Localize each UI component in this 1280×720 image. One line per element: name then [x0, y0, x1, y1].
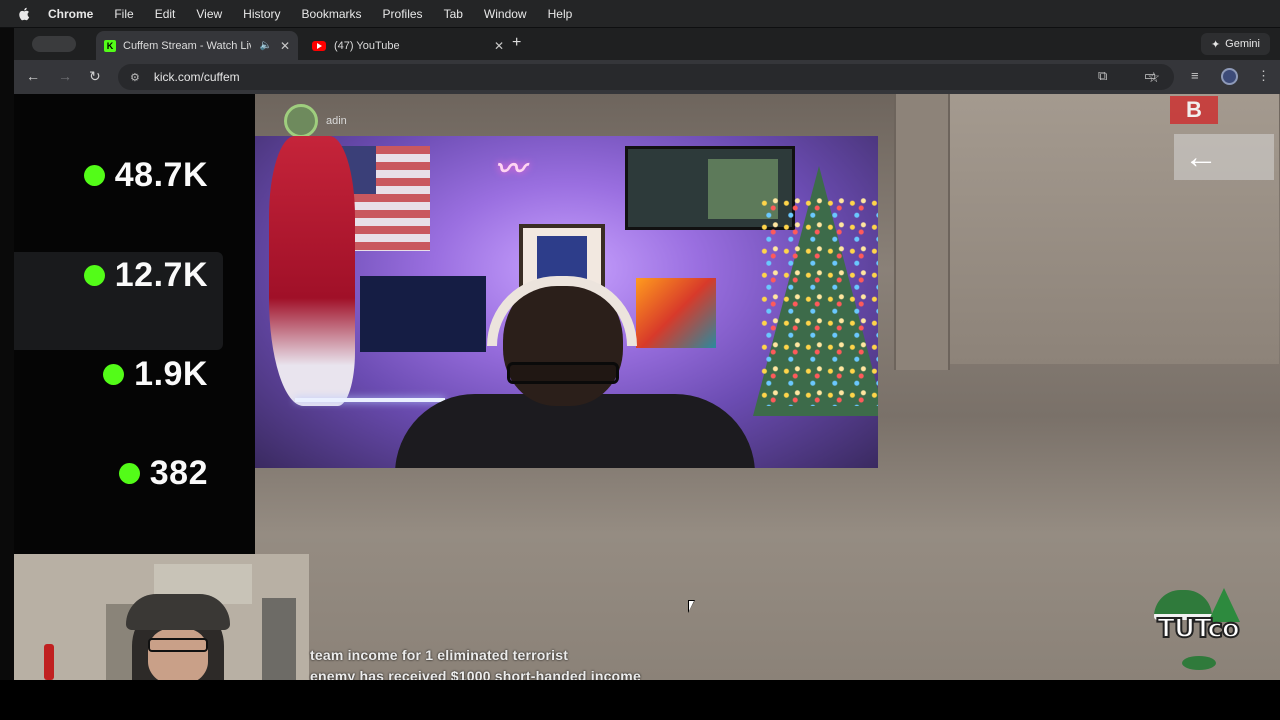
santa-inflatable — [269, 136, 355, 406]
tab-title: Cuffem Stream - Watch Live on Kick — [123, 39, 251, 52]
viewer-count: 48.7K — [114, 156, 208, 194]
holly-icon — [1182, 656, 1216, 670]
speaker-icon[interactable]: 🔈 — [259, 40, 271, 51]
bucket-hat — [126, 594, 230, 630]
kick-icon: K — [104, 39, 116, 52]
tree-lights — [760, 196, 878, 406]
viewer-count: 1.9K — [134, 355, 208, 393]
stat-row: 382 — [118, 454, 208, 493]
menu-tab[interactable]: Tab — [444, 7, 463, 21]
tab-strip: K Cuffem Stream - Watch Live on Kick 🔈 ✕… — [14, 28, 1280, 60]
fire-extinguisher — [44, 644, 54, 680]
stat-row: 48.7K — [83, 156, 208, 195]
tab-title: (47) YouTube — [334, 39, 400, 52]
glasses — [148, 638, 208, 652]
viewer-stats-panel: 48.7K 12.7K 1.9K 382 — [14, 94, 255, 554]
menu-help[interactable]: Help — [548, 7, 573, 21]
game-pillar — [894, 94, 950, 370]
door — [262, 598, 296, 680]
menu-app-name[interactable]: Chrome — [48, 7, 93, 21]
new-tab-button[interactable]: + — [512, 34, 521, 52]
mouse-cursor-icon — [688, 600, 695, 613]
viewer-count: 12.7K — [114, 256, 208, 294]
sparkle-icon: ✦ — [1210, 38, 1221, 51]
game-message: team income for 1 eliminated terrorist — [310, 647, 569, 663]
menu-file[interactable]: File — [114, 7, 133, 21]
tab-search-icon[interactable] — [32, 36, 76, 52]
site-info-icon[interactable]: ⚙ — [130, 71, 140, 84]
led-strip — [295, 398, 445, 402]
tab-kick[interactable]: K Cuffem Stream - Watch Live on Kick 🔈 ✕ — [96, 31, 298, 60]
cast-icon[interactable]: ▭ — [1144, 68, 1156, 84]
menu-edit[interactable]: Edit — [155, 7, 176, 21]
streamer-webcam: 〰 — [255, 136, 878, 468]
extensions-icon[interactable]: ⧉ — [1098, 68, 1107, 84]
live-dot-icon — [103, 364, 125, 385]
bottom-bar — [0, 680, 1280, 720]
forward-arrow-icon[interactable]: → — [58, 68, 72, 84]
menu-view[interactable]: View — [196, 7, 222, 21]
apple-icon[interactable] — [18, 7, 30, 21]
menu-history[interactable]: History — [243, 7, 280, 21]
killfeed-entry: adin — [284, 104, 347, 138]
browser-toolbar: ← → ↻ ⚙ kick.com/cuffem ☆ ⧉ ▭ ≡ ⋮ — [14, 60, 1280, 94]
player-avatar — [284, 104, 318, 138]
secondary-webcam — [14, 554, 309, 680]
gemini-button[interactable]: ✦ Gemini — [1200, 33, 1270, 55]
person-face — [148, 628, 208, 680]
live-dot-icon — [83, 165, 105, 186]
address-bar[interactable]: ⚙ kick.com/cuffem ☆ — [118, 64, 1174, 90]
profile-avatar[interactable] — [1221, 68, 1238, 85]
menu-bookmarks[interactable]: Bookmarks — [302, 7, 362, 21]
stream-video[interactable]: B ← adin 〰 48.7K 12.7K 1.9K 382 team inc… — [14, 94, 1280, 680]
logo-text: TUTco — [1156, 613, 1240, 645]
viewer-count: 382 — [149, 454, 208, 492]
arrow-sign-icon: ← — [1174, 134, 1274, 180]
game-message: enemy has received $1000 short-handed in… — [310, 668, 641, 680]
neon-sign: 〰 — [495, 153, 525, 186]
close-icon[interactable]: ✕ — [280, 39, 290, 53]
close-icon[interactable]: ✕ — [494, 39, 504, 53]
back-arrow-icon[interactable]: ← — [26, 68, 40, 84]
live-dot-icon — [83, 265, 105, 286]
live-dot-icon — [118, 463, 140, 484]
tutco-logo: TUTco — [1148, 588, 1248, 674]
youtube-icon — [312, 40, 326, 51]
desktop-edge — [0, 28, 14, 680]
macos-menu-bar: Chrome File Edit View History Bookmarks … — [0, 0, 1280, 27]
reload-icon[interactable]: ↻ — [89, 68, 101, 85]
bombsite-sign: B — [1170, 96, 1218, 124]
gemini-label: Gemini — [1225, 38, 1260, 50]
url-text[interactable]: kick.com/cuffem — [154, 70, 240, 84]
stat-row: 12.7K — [83, 256, 208, 295]
headphones — [487, 276, 637, 346]
tab-youtube[interactable]: (47) YouTube ✕ — [304, 31, 512, 60]
stat-row: 1.9K — [103, 355, 208, 394]
menu-window[interactable]: Window — [484, 7, 527, 21]
wall-art — [636, 278, 716, 348]
more-menu-icon[interactable]: ⋮ — [1257, 68, 1270, 84]
media-controls-icon[interactable]: ≡ — [1191, 68, 1199, 83]
menu-profiles[interactable]: Profiles — [383, 7, 423, 21]
screen: Chrome File Edit View History Bookmarks … — [0, 0, 1280, 720]
glasses — [507, 362, 619, 384]
player-name: adin — [326, 115, 347, 127]
wall-art — [360, 276, 486, 352]
